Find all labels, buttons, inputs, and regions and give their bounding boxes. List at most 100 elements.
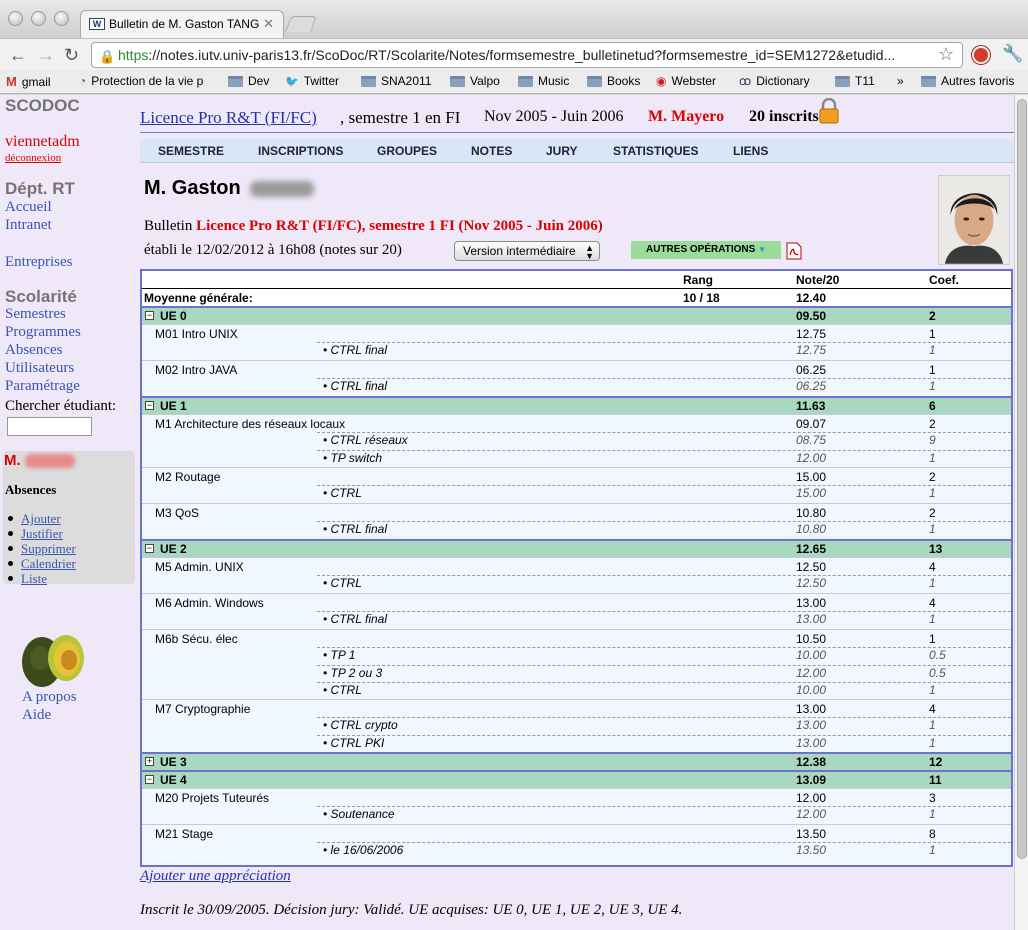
bookmark-item[interactable]: » [897,74,904,88]
row-divider [317,647,1011,648]
page-scrollbar[interactable] [1014,95,1028,930]
row-coef: 2 [929,309,936,323]
back-arrow-icon[interactable]: ← [9,45,27,66]
module-row: M7 Cryptographie 13.00 4 [142,699,1011,717]
bookmark-label: Webster [671,74,716,88]
bookmark-item[interactable]: T11 [835,74,875,88]
menu-statistiques[interactable]: STATISTIQUES [613,144,699,158]
user-link[interactable]: viennetadm [5,133,80,151]
module-row: M6 Admin. Windows 13.00 4 [142,593,1011,611]
ue-row[interactable]: − UE 1 11.63 6 [142,396,1011,414]
menu-groupes[interactable]: GROUPES [377,144,437,158]
row-label: UE 2 [160,542,187,556]
bookmark-item[interactable]: 🐦 Twitter [285,74,339,88]
menu-jury[interactable]: JURY [546,144,578,158]
collapse-icon[interactable]: − [145,311,154,320]
window-titlebar: W Bulletin de M. Gaston TANG ✕ [0,0,1028,38]
menu-inscriptions[interactable]: INSCRIPTIONS [258,144,343,158]
row-label: M1 Architecture des réseaux locaux [155,417,346,431]
jury-decision-text: Inscrit le 30/09/2005. Décision jury: Va… [140,902,683,918]
bookmark-item[interactable]: Autres favoris [921,74,1014,88]
bookmark-item[interactable]: Dev [228,74,269,88]
row-note: 12.65 [796,542,827,556]
bookmark-item[interactable]: SNA2011 [361,74,431,88]
adblock-stop-icon[interactable] [972,46,990,64]
evaluation-row: • Soutenance 12.00 1 [142,806,1011,824]
bookmark-item[interactable]: ◉ Webster [656,74,716,88]
row-divider [317,378,1011,379]
close-window-button[interactable] [8,11,23,26]
bookmark-star-icon[interactable]: ☆ [938,44,954,65]
sidebar-link-entreprises[interactable]: Entreprises [5,254,72,271]
row-divider [317,735,1011,736]
absence-link-supprimer[interactable]: Supprimer [21,541,76,556]
about-link[interactable]: A propos [22,689,77,706]
tab-close-icon[interactable]: ✕ [263,16,274,32]
bulletin-date: établi le 12/02/2012 à 16h08 (notes sur … [144,242,402,258]
twitter-icon: 🐦 [285,75,299,88]
absence-link-liste[interactable]: Liste [21,571,47,586]
scrollbar-thumb[interactable] [1017,99,1027,859]
bookmark-item[interactable]: Books [587,74,640,88]
wrench-menu-icon[interactable]: 🔧 [1002,44,1023,64]
bookmark-label: SNA2011 [381,74,432,88]
collapse-icon[interactable]: − [145,775,154,784]
bookmark-item[interactable]: Mgmail [6,74,51,89]
absence-link-justifier[interactable]: Justifier [21,526,63,541]
zoom-window-button[interactable] [54,11,69,26]
sidebar-link-semestres[interactable]: Semestres [5,306,66,323]
row-note: 12.38 [796,755,827,769]
sidebar-link-programmes[interactable]: Programmes [5,324,81,341]
collapse-icon[interactable]: − [145,544,154,553]
student-box-name[interactable]: M. [4,452,21,469]
new-tab-button[interactable] [285,16,317,32]
inscrits-count: 20 inscrits [749,108,819,125]
ue-row[interactable]: − UE 4 13.09 11 [142,770,1011,788]
ue-row[interactable]: − UE 2 12.65 13 [142,539,1011,557]
minimize-window-button[interactable] [31,11,46,26]
absence-link-calendrier[interactable]: Calendrier [21,556,76,571]
bookmark-item[interactable]: ◔ Protection de la vie p [79,74,203,88]
menu-liens[interactable]: LIENS [733,144,768,158]
page-content: SCODOC viennetadm déconnexion Dépt. RT A… [0,95,1014,930]
reload-icon[interactable]: ↻ [64,45,79,66]
row-label: M6 Admin. Windows [155,596,264,610]
absence-link-ajouter[interactable]: Ajouter [21,511,61,526]
sidebar-link-parametrage[interactable]: Paramétrage [5,378,80,395]
help-link[interactable]: Aide [22,707,51,724]
menu-notes[interactable]: NOTES [471,144,512,158]
add-appreciation-link[interactable]: Ajouter une appréciation [140,868,291,885]
pdf-icon[interactable] [786,242,802,260]
evaluation-row: • CTRL crypto 13.00 1 [142,717,1011,735]
moyenne-label: Moyenne générale: [144,291,253,305]
bookmark-item[interactable]: ꝏ Dictionary [739,74,810,88]
logout-link[interactable]: déconnexion [5,152,61,164]
collapse-icon[interactable]: − [145,401,154,410]
menu-semestre[interactable]: SEMESTRE [158,144,224,158]
row-label: M3 QoS [155,506,200,520]
sidebar-link-utilisateurs[interactable]: Utilisateurs [5,360,74,377]
avocado-logo-icon[interactable] [20,632,86,688]
module-row: M20 Projets Tuteurés 12.00 3 [142,788,1011,806]
other-operations-menu[interactable]: AUTRES OPÉRATIONS ▼ [631,241,781,259]
bookmark-item[interactable]: Music [518,74,569,88]
formation-link[interactable]: Licence Pro R&T (FI/FC) [140,108,317,128]
module-row: M1 Architecture des réseaux locaux 09.07 2 [142,414,1011,432]
redacted-name [25,454,75,468]
folder-icon [450,75,465,87]
version-select[interactable]: Version intermédiaire ▲ ▼ [454,241,600,261]
browser-tab[interactable]: W Bulletin de M. Gaston TANG ✕ [80,10,284,38]
forward-arrow-icon[interactable]: → [37,45,55,66]
lock-icon[interactable] [818,98,840,124]
search-student-input[interactable] [7,417,92,436]
sidebar-link-accueil[interactable]: Accueil [5,199,52,216]
expand-icon[interactable]: + [145,757,154,766]
bookmark-label: Twitter [303,74,340,88]
address-bar[interactable]: 🔒 https://notes.iutv.univ-paris13.fr/Sco… [91,42,963,68]
sidebar-link-absences[interactable]: Absences [5,342,62,359]
sidebar-link-intranet[interactable]: Intranet [5,217,52,234]
ue-row[interactable]: − UE 0 09.50 2 [142,306,1011,324]
ue-row[interactable]: + UE 3 12.38 12 [142,752,1011,770]
bookmark-item[interactable]: Valpo [450,74,500,88]
row-coef: 1 [929,522,936,536]
